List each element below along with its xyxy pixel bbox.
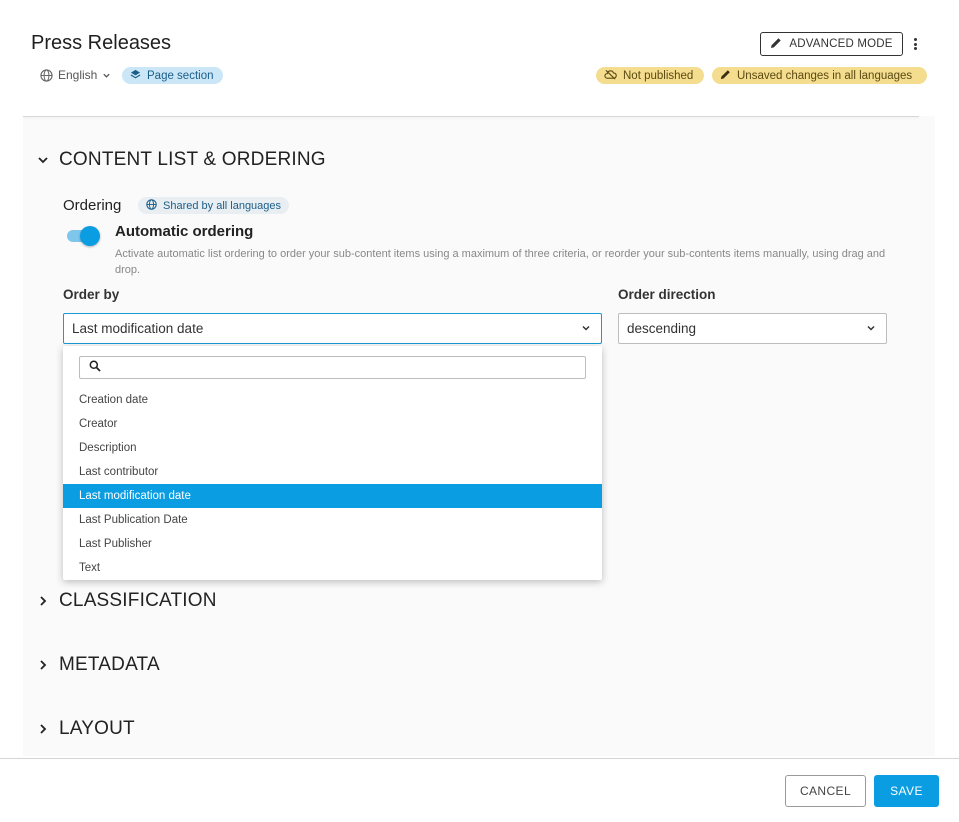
unsaved-changes-badge: Unsaved changes in all languages: [712, 67, 927, 84]
page-section-badge: Page section: [122, 67, 223, 84]
language-selector[interactable]: English: [40, 68, 111, 82]
section-content-list-ordering[interactable]: CONTENT LIST & ORDERING: [37, 149, 326, 171]
dropdown-option-creator[interactable]: Creator: [63, 412, 602, 436]
section-classification[interactable]: CLASSIFICATION: [37, 590, 217, 612]
save-button[interactable]: SAVE: [874, 775, 939, 807]
section-layout[interactable]: LAYOUT: [37, 718, 135, 740]
dropdown-option-creation-date[interactable]: Creation date: [63, 388, 602, 412]
advanced-mode-label: ADVANCED MODE: [789, 38, 893, 50]
dropdown-option-last-contributor[interactable]: Last contributor: [63, 460, 602, 484]
section-metadata[interactable]: METADATA: [37, 654, 160, 676]
more-options-icon[interactable]: [909, 36, 921, 52]
footer-divider: [0, 758, 959, 759]
advanced-mode-button[interactable]: ADVANCED MODE: [760, 32, 903, 56]
shared-badge-label: Shared by all languages: [163, 199, 282, 212]
dropdown-option-last-modification-date[interactable]: Last modification date: [63, 484, 602, 508]
ordering-label: Ordering: [63, 197, 122, 214]
cloud-off-icon: [604, 69, 617, 83]
globe-icon: [146, 198, 157, 213]
dropdown-option-last-publisher[interactable]: Last Publisher: [63, 532, 602, 556]
globe-icon: [40, 68, 53, 82]
not-published-label: Not published: [623, 69, 694, 82]
edit-content-page: Press Releases English Page section ADVA…: [0, 0, 959, 822]
cancel-button[interactable]: CANCEL: [785, 775, 866, 807]
chevron-down-icon: [37, 154, 49, 166]
automatic-ordering-description: Activate automatic list ordering to orde…: [115, 248, 886, 276]
section-title: CLASSIFICATION: [59, 590, 217, 611]
automatic-ordering-title: Automatic ordering: [115, 223, 254, 240]
section-title: LAYOUT: [59, 718, 135, 739]
order-by-select[interactable]: Last modification date: [63, 313, 602, 344]
search-icon: [89, 359, 101, 377]
pencil-icon: [770, 37, 782, 52]
dropdown-search-input[interactable]: [107, 360, 585, 375]
dropdown-option-description[interactable]: Description: [63, 436, 602, 460]
order-by-dropdown: Creation date Creator Description Last c…: [63, 346, 602, 580]
shared-by-all-languages-badge: Shared by all languages: [138, 197, 290, 214]
not-published-badge: Not published: [596, 67, 704, 84]
page-title: Press Releases: [31, 32, 172, 54]
automatic-ordering-toggle[interactable]: [67, 225, 101, 247]
order-direction-label: Order direction: [618, 287, 716, 302]
chevron-down-icon: [866, 321, 876, 336]
order-direction-select[interactable]: descending: [618, 313, 887, 344]
order-by-value: Last modification date: [72, 321, 204, 336]
dropdown-option-text[interactable]: Text: [63, 556, 602, 580]
order-by-label: Order by: [63, 287, 120, 302]
chevron-down-icon: [102, 71, 111, 80]
chevron-right-icon: [37, 595, 49, 607]
chevron-down-icon: [581, 321, 591, 336]
pencil-icon: [720, 69, 731, 83]
unsaved-changes-label: Unsaved changes in all languages: [737, 69, 913, 82]
section-title: METADATA: [59, 654, 160, 675]
page-section-label: Page section: [147, 69, 214, 82]
language-label: English: [58, 68, 98, 82]
layers-icon: [130, 69, 141, 83]
dropdown-option-last-publication-date[interactable]: Last Publication Date: [63, 508, 602, 532]
divider: [23, 116, 919, 117]
dropdown-search: [79, 356, 586, 379]
section-title: CONTENT LIST & ORDERING: [59, 149, 326, 170]
chevron-right-icon: [37, 659, 49, 671]
chevron-right-icon: [37, 723, 49, 735]
order-direction-value: descending: [627, 321, 697, 336]
